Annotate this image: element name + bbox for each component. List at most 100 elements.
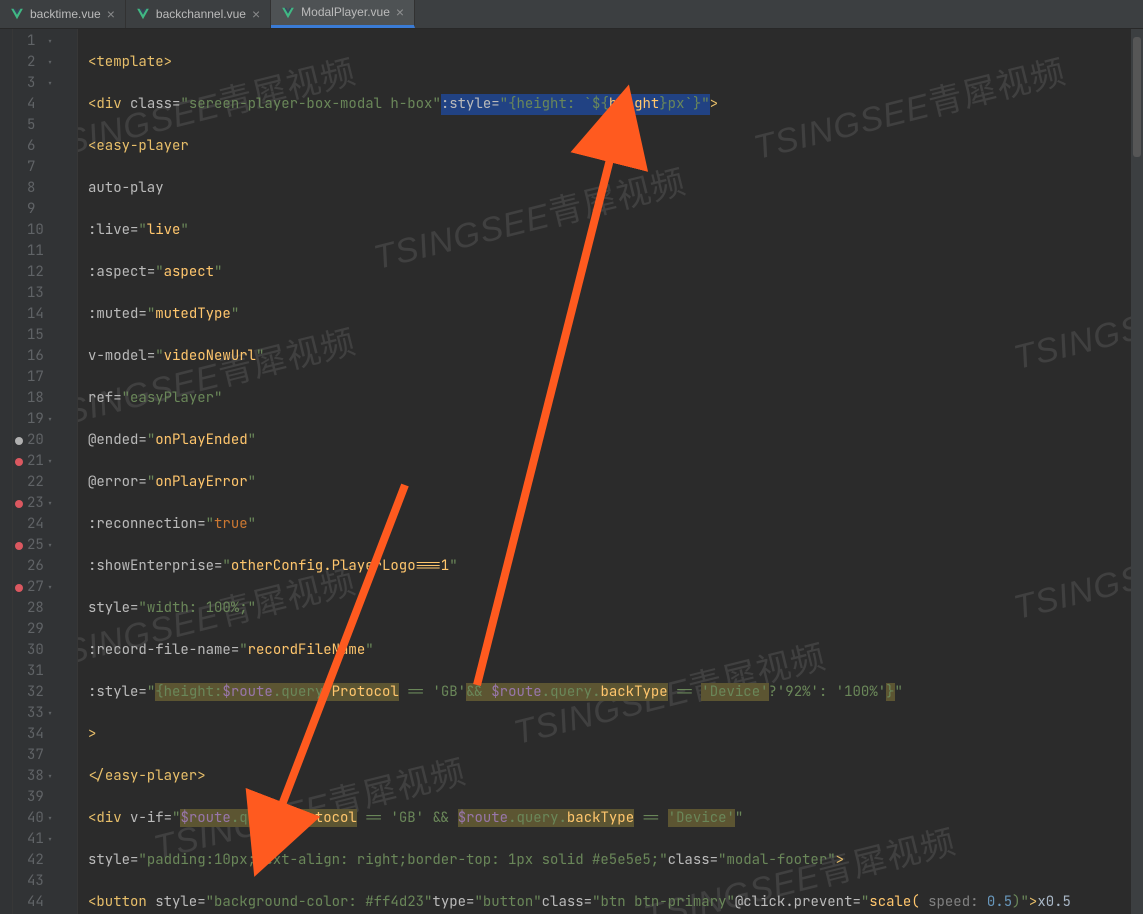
line-number: 38 [27,766,44,787]
line-number: 43 [27,871,44,892]
code-area[interactable]: <template> <div class="sereen-player-box… [78,29,1131,914]
gutter[interactable]: 1 ▾ 2 ▾ 3 ▾ 4 5 6 7 8 9 10 11 12 13 14 15 1… [13,29,78,914]
line-number: 9 [27,199,35,220]
line-number: 4 [27,94,35,115]
line-number: 30 [27,640,44,661]
code-line[interactable]: </easy-player> [88,766,1131,787]
close-icon[interactable]: × [396,2,404,23]
line-number: 44 [27,892,44,913]
tab-modalplayer[interactable]: ModalPlayer.vue × [271,0,415,28]
code-editor[interactable]: 1 ▾ 2 ▾ 3 ▾ 4 5 6 7 8 9 10 11 12 13 14 15 1… [0,29,1143,914]
line-number: 10 [27,220,44,241]
tab-label: ModalPlayer.vue [301,2,390,23]
line-number: 17 [27,367,44,388]
fold-icon[interactable]: ▾ [47,493,53,514]
code-line[interactable]: <div v-if="$route.query.Protocol == 'GB'… [88,808,1131,829]
line-number: 11 [27,241,44,262]
line-number: 37 [27,745,44,766]
line-number: 13 [27,283,44,304]
line-number: 28 [27,598,44,619]
code-line[interactable]: <button style="background-color: #ff4d23… [88,892,1131,913]
fold-icon[interactable]: ▾ [47,451,53,472]
code-line[interactable]: :aspect="aspect" [88,262,1131,283]
line-number: 5 [27,115,35,136]
line-number: 40 [27,808,44,829]
line-number: 33 [27,703,44,724]
code-line[interactable]: :style="{height:$route.query.Protocol ==… [88,682,1131,703]
tab-label: backtime.vue [30,4,101,25]
code-line[interactable]: <easy-player [88,136,1131,157]
fold-icon[interactable]: ▾ [47,409,53,430]
fold-icon[interactable]: ▾ [47,808,53,829]
line-number: 25 [27,535,44,556]
vue-icon [10,7,24,21]
close-icon[interactable]: × [252,4,260,25]
vue-icon [136,7,150,21]
line-number: 19 [27,409,44,430]
code-line[interactable]: style="width: 100%;" [88,598,1131,619]
fold-icon[interactable]: ▾ [47,703,53,724]
line-number: 8 [27,178,35,199]
line-number: 16 [27,346,44,367]
line-number: 2 [27,52,35,73]
fold-icon[interactable]: ▾ [47,52,53,73]
line-number: 21 [27,451,44,472]
line-number: 32 [27,682,44,703]
tab-backtime[interactable]: backtime.vue × [0,0,126,28]
error-stripe [0,29,13,914]
code-line[interactable]: v-model="videoNewUrl" [88,346,1131,367]
tab-label: backchannel.vue [156,4,246,25]
code-line[interactable]: > [88,724,1131,745]
scrollbar[interactable] [1131,29,1143,914]
code-line[interactable]: :record-file-name="recordFileName" [88,640,1131,661]
line-number: 22 [27,472,44,493]
fold-icon[interactable]: ▾ [47,535,53,556]
fold-icon[interactable]: ▾ [47,577,53,598]
code-line[interactable]: :reconnection="true" [88,514,1131,535]
fold-icon[interactable]: ▾ [47,766,53,787]
close-icon[interactable]: × [107,4,115,25]
breakpoint-icon[interactable] [15,458,23,466]
code-line[interactable]: :muted="mutedType" [88,304,1131,325]
code-line[interactable]: ref="easyPlayer" [88,388,1131,409]
code-line[interactable]: :showEnterprise="otherConfig.PlayerLogo=… [88,556,1131,577]
code-line[interactable]: @ended="onPlayEnded" [88,430,1131,451]
line-number: 41 [27,829,44,850]
fold-icon[interactable]: ▾ [47,829,53,850]
line-number: 20 [27,430,44,451]
breakpoint-icon[interactable] [15,500,23,508]
line-number: 1 [27,31,35,52]
code-line[interactable]: <div class="sereen-player-box-modal h-bo… [88,94,1131,115]
line-number: 14 [27,304,44,325]
line-number: 31 [27,661,44,682]
editor-root: TSINGSEE青犀视频 TSINGSEE青犀视频 TSINGSEE青犀视频 T… [0,0,1143,914]
line-number: 7 [27,157,35,178]
code-line[interactable]: auto-play [88,178,1131,199]
line-number: 26 [27,556,44,577]
line-number: 42 [27,850,44,871]
line-number: 24 [27,514,44,535]
tab-backchannel[interactable]: backchannel.vue × [126,0,271,28]
line-number: 12 [27,262,44,283]
line-number: 27 [27,577,44,598]
line-number: 3 [27,73,35,94]
code-line[interactable]: <template> [88,52,1131,73]
fold-icon[interactable]: ▾ [47,73,53,94]
fold-icon[interactable]: ▾ [47,31,53,52]
code-line[interactable]: @error="onPlayError" [88,472,1131,493]
breakpoint-icon[interactable] [15,584,23,592]
line-number: 29 [27,619,44,640]
breakpoint-icon[interactable] [15,542,23,550]
line-number: 39 [27,787,44,808]
vue-icon [281,6,295,20]
line-number: 34 [27,724,44,745]
line-number: 23 [27,493,44,514]
tab-bar: backtime.vue × backchannel.vue × ModalPl… [0,0,1143,29]
code-line[interactable]: style="padding:10px;text-align: right;bo… [88,850,1131,871]
scrollbar-thumb[interactable] [1133,37,1141,157]
line-number: 18 [27,388,44,409]
line-number: 15 [27,325,44,346]
code-line[interactable]: :live="live" [88,220,1131,241]
bookmark-icon[interactable] [15,437,23,445]
line-number: 6 [27,136,35,157]
